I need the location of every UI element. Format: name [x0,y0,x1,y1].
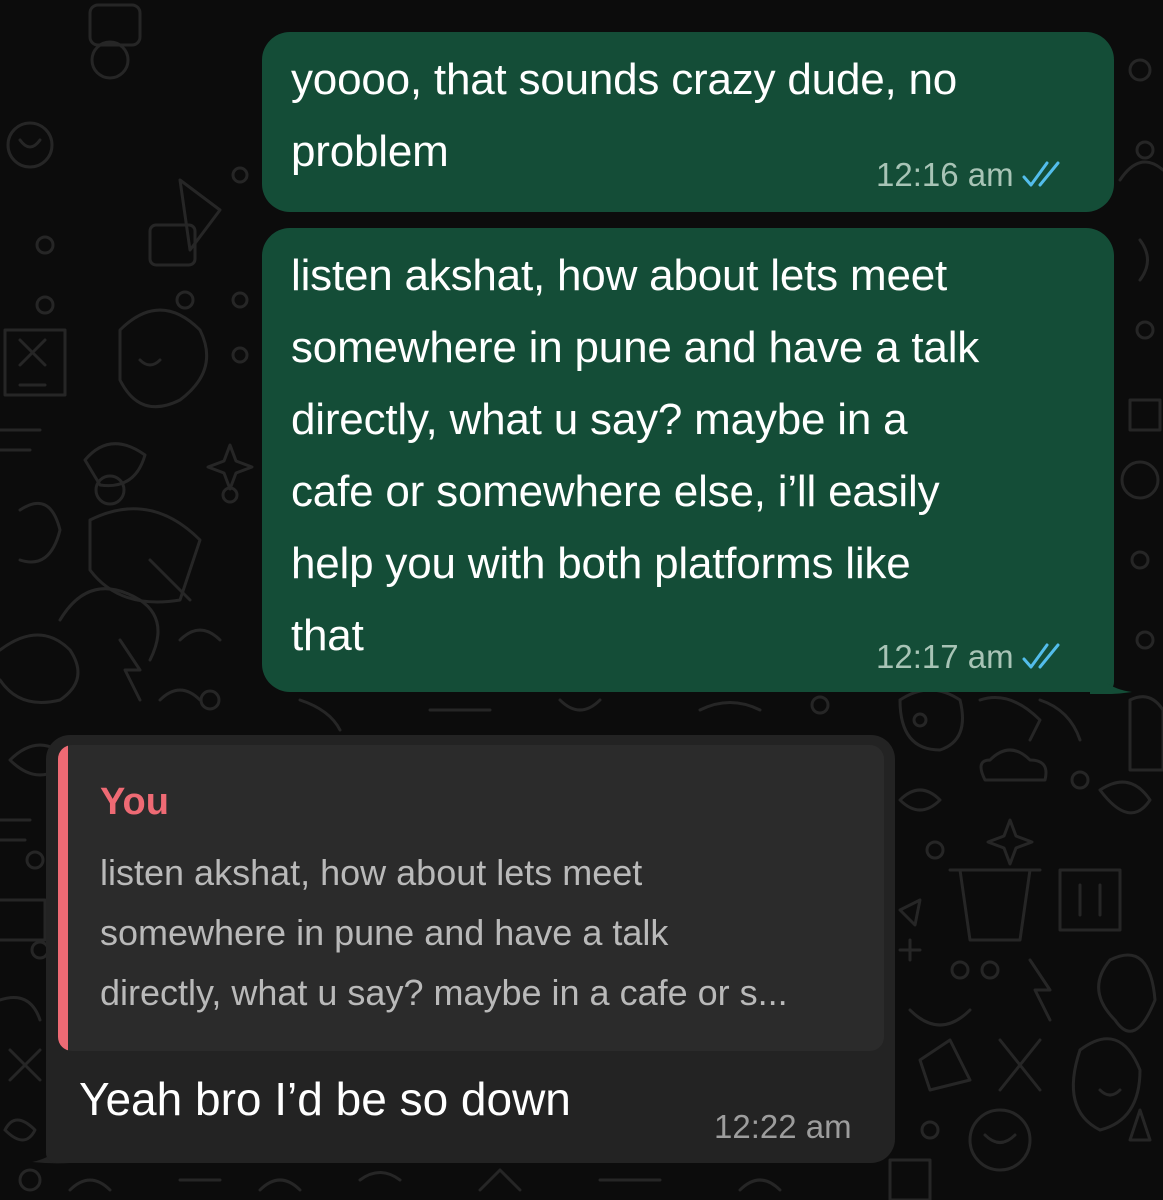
message-time: 12:17 am [876,638,1014,675]
reply-quote[interactable]: You listen akshat, how about lets meet s… [58,745,884,1051]
message-text-line: cafe or somewhere else, i’ll easily [291,467,940,516]
message-text-line: listen akshat, how about lets meet [291,251,948,300]
message-text-line: problem [291,127,449,176]
reply-quote-line: directly, what u say? maybe in a cafe or… [100,972,788,1013]
message-text: Yeah bro I’d be so down [79,1073,571,1125]
reply-quote-line: somewhere in pune and have a talk [100,912,669,953]
outgoing-message[interactable]: listen akshat, how about lets meet somew… [262,228,1114,692]
message-text-line: that [291,611,364,660]
message-time: 12:22 am [714,1108,852,1145]
reply-quote-author: You [100,781,169,823]
message-text-line: yoooo, that sounds crazy dude, no [291,55,958,104]
double-check-read-icon [1022,643,1060,669]
bubble-tail-outgoing [1090,660,1132,694]
message-meta: 12:17 am [876,638,1066,676]
double-check-read-icon [1022,161,1060,187]
message-time: 12:16 am [876,156,1014,193]
message-meta: 12:16 am [876,156,1066,194]
chat-view: yoooo, that sounds crazy dude, no proble… [0,0,1163,1200]
outgoing-message[interactable]: yoooo, that sounds crazy dude, no proble… [262,32,1114,212]
reply-quote-line: listen akshat, how about lets meet [100,852,643,893]
message-text-line: directly, what u say? maybe in a [291,395,908,444]
reply-quote-text: listen akshat, how about lets meet somew… [100,843,880,1023]
reply-quote-accent-bar [58,745,68,1051]
message-text-line: help you with both platforms like [291,539,911,588]
message-text-line: somewhere in pune and have a talk [291,323,980,372]
